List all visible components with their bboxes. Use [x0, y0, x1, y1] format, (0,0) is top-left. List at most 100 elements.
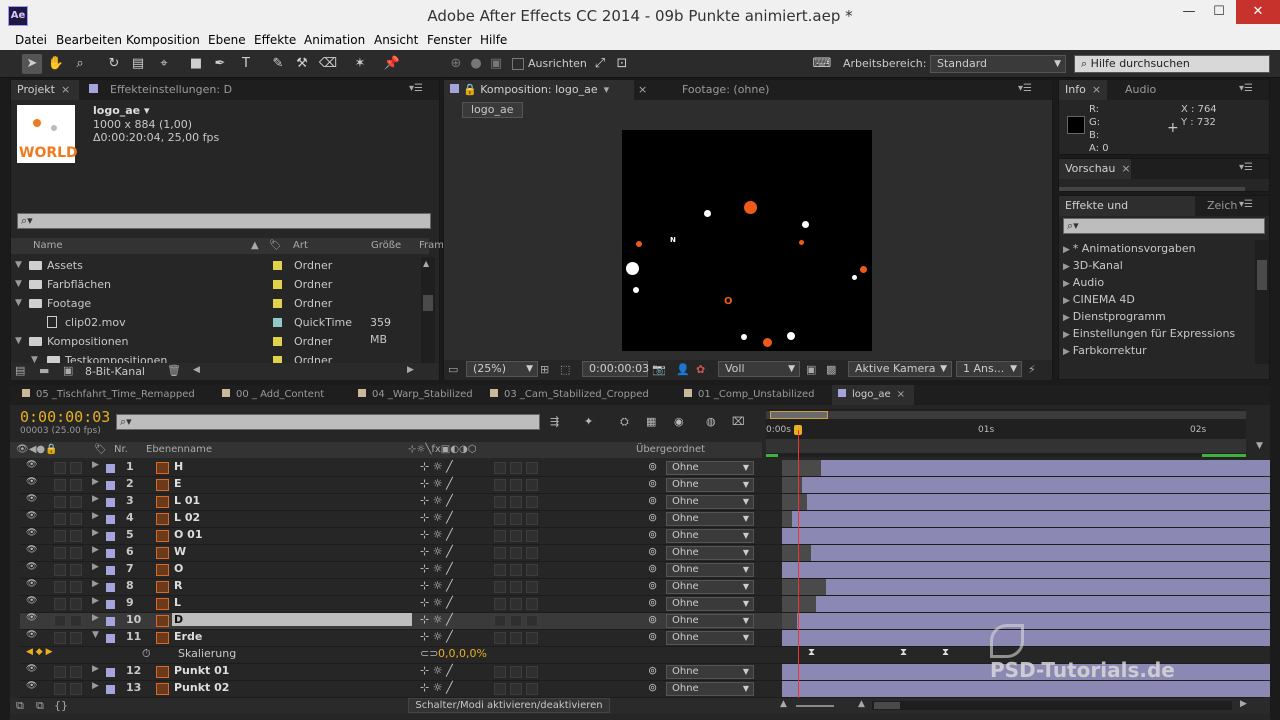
layer-switches-icon[interactable]: ⊹ ☼ ╱: [420, 511, 453, 524]
av-switch[interactable]: [70, 479, 82, 491]
expand-triangle-icon[interactable]: ▼: [15, 333, 22, 350]
effects-category[interactable]: ▶ CINEMA 4D: [1063, 291, 1253, 308]
layer-switch[interactable]: [510, 496, 522, 508]
show-snapshot-icon[interactable]: 👤: [676, 363, 690, 376]
region-of-interest-icon[interactable]: ▣: [806, 363, 816, 376]
visibility-eye-icon[interactable]: 👁: [26, 460, 37, 470]
rectangle-tool-icon[interactable]: ■: [186, 54, 206, 74]
expand-triangle-icon[interactable]: ▶: [92, 528, 99, 538]
label-color-icon[interactable]: [106, 549, 115, 558]
expand-triangle-icon[interactable]: ▶: [92, 664, 99, 674]
layer-switch[interactable]: [526, 530, 538, 542]
project-row[interactable]: ▼ Assets Ordner: [11, 257, 411, 274]
parent-dropdown[interactable]: Ohne ▼: [666, 614, 754, 628]
snap-option-icon[interactable]: ⤢: [590, 54, 610, 74]
grid-icon[interactable]: ⊞: [540, 363, 549, 376]
layer-switches-icon[interactable]: ⊹ ☼ ╱: [420, 681, 453, 694]
magnification-dropdown[interactable]: (25%) ▼: [466, 361, 538, 377]
label-color-icon[interactable]: [106, 600, 115, 609]
layer-row[interactable]: 👁 ▶ 10 D ⊹ ☼ ╱ ⊚ Ohne ▼: [20, 613, 1270, 630]
camera-view-dropdown[interactable]: Aktive Kamera ▼: [848, 361, 952, 377]
comp-mini-flowchart-icon[interactable]: ⇶: [550, 415, 559, 428]
layer-name[interactable]: Punkt 02: [174, 681, 229, 694]
parent-dropdown[interactable]: Ohne ▼: [666, 580, 754, 594]
scroll-thumb[interactable]: [1257, 260, 1267, 290]
keyframe-icon[interactable]: ⧗: [808, 647, 815, 658]
expand-triangle-icon[interactable]: ▶: [1063, 347, 1073, 357]
layer-switch[interactable]: [494, 564, 506, 576]
av-switch[interactable]: [70, 547, 82, 559]
timeline-tab[interactable]: 04 _Warp_Stabilized: [352, 385, 480, 405]
label-color-icon[interactable]: [273, 337, 282, 346]
layer-switches-icon[interactable]: ⊹ ☼ ╱: [420, 613, 453, 626]
layer-name[interactable]: W: [174, 545, 186, 558]
av-switch[interactable]: [54, 496, 66, 508]
layer-row[interactable]: 👁 ▶ 7 O ⊹ ☼ ╱ ⊚ Ohne ▼: [20, 562, 1270, 579]
layer-row[interactable]: 👁 ▶ 9 L ⊹ ☼ ╱ ⊚ Ohne ▼: [20, 596, 1270, 613]
menu-fenster[interactable]: Fenster: [427, 33, 472, 47]
interpret-footage-icon[interactable]: ▤: [15, 364, 25, 377]
layer-switch[interactable]: [526, 547, 538, 559]
pan-behind-tool-icon[interactable]: ⌖: [154, 54, 174, 74]
zoom-in-icon[interactable]: ▲: [858, 699, 865, 709]
effects-category[interactable]: ▶ * Animationsvorgaben: [1063, 240, 1253, 257]
label-color-icon[interactable]: [106, 583, 115, 592]
tab-effects-presets[interactable]: Effekte und Vorgaben×: [1059, 196, 1195, 232]
menu-ebene[interactable]: Ebene: [208, 33, 246, 47]
layer-duration-bar[interactable]: [782, 630, 1270, 646]
layer-switch[interactable]: [526, 632, 538, 644]
pick-whip-icon[interactable]: ⊚: [648, 579, 657, 592]
column-layer-name[interactable]: Ebenenname: [146, 442, 212, 458]
layer-name[interactable]: D: [172, 613, 412, 626]
expand-triangle-icon[interactable]: ▶: [1063, 279, 1073, 289]
layer-row[interactable]: 👁 ▼ 11 Erde ⊹ ☼ ╱ ⊚ Ohne ▼: [20, 630, 1270, 647]
close-tab-icon[interactable]: ×: [61, 83, 70, 96]
keyframe-icon[interactable]: ⧗: [942, 647, 949, 658]
label-color-icon[interactable]: [106, 532, 115, 541]
av-switch[interactable]: [54, 683, 66, 695]
graph-editor-icon[interactable]: ◍: [706, 415, 716, 428]
parent-dropdown[interactable]: Ohne ▼: [666, 529, 754, 543]
layer-switch[interactable]: [510, 462, 522, 474]
layer-name[interactable]: L: [174, 596, 181, 609]
layer-switch[interactable]: [526, 462, 538, 474]
av-switch[interactable]: [54, 462, 66, 474]
transparency-grid-icon[interactable]: ▩: [826, 363, 836, 376]
lock-icon[interactable]: 🔒: [463, 83, 480, 96]
layer-switch[interactable]: [510, 666, 522, 678]
layer-switch[interactable]: [526, 598, 538, 610]
pick-whip-icon[interactable]: ⊚: [648, 494, 657, 507]
label-color-icon[interactable]: [106, 634, 115, 643]
layer-name[interactable]: R: [174, 579, 182, 592]
pick-whip-icon[interactable]: ⊚: [648, 613, 657, 626]
label-color-icon[interactable]: [273, 356, 282, 363]
visibility-eye-icon[interactable]: 👁: [26, 545, 37, 555]
keyframe-icon[interactable]: ⧗: [900, 647, 907, 658]
layer-row[interactable]: 👁 ▶ 8 R ⊹ ☼ ╱ ⊚ Ohne ▼: [20, 579, 1270, 596]
expand-triangle-icon[interactable]: ▶: [1063, 296, 1073, 306]
panel-menu-icon[interactable]: ▾☰: [1018, 83, 1032, 94]
label-color-icon[interactable]: [106, 481, 115, 490]
pick-whip-icon[interactable]: ⊚: [648, 664, 657, 677]
timeline-timecode[interactable]: 0:00:00:03: [20, 408, 110, 426]
camera-tool-icon[interactable]: ▤: [128, 54, 148, 74]
visibility-eye-icon[interactable]: 👁: [26, 630, 37, 640]
tab-preview[interactable]: Vorschau ×: [1059, 159, 1131, 179]
close-tab-icon[interactable]: ×: [897, 389, 905, 400]
comp-breadcrumb[interactable]: logo_ae: [462, 102, 523, 118]
tab-composition[interactable]: 🔒 Komposition: logo_ae ▾: [444, 80, 634, 100]
layer-row[interactable]: 👁 ▶ 3 L 01 ⊹ ☼ ╱ ⊚ Ohne ▼: [20, 494, 1270, 511]
eraser-tool-icon[interactable]: ⌫: [318, 54, 338, 74]
project-row[interactable]: ▼ Kompositionen Ordner: [11, 333, 411, 350]
layer-switch[interactable]: [494, 632, 506, 644]
parent-dropdown[interactable]: Ohne ▼: [666, 631, 754, 645]
layer-switch[interactable]: [526, 666, 538, 678]
scroll-thumb[interactable]: [874, 702, 900, 709]
layer-switches-icon[interactable]: ⊹ ☼ ╱: [420, 545, 453, 558]
timeline-tab[interactable]: 03 _Cam_Stabilized_Cropped: [484, 385, 674, 405]
layer-switch[interactable]: [494, 683, 506, 695]
timeline-hscroll[interactable]: [872, 701, 1232, 710]
panel-menu-icon[interactable]: ▾☰: [1239, 162, 1253, 173]
expand-triangle-icon[interactable]: ▼: [92, 630, 99, 640]
av-switch[interactable]: [70, 615, 82, 627]
